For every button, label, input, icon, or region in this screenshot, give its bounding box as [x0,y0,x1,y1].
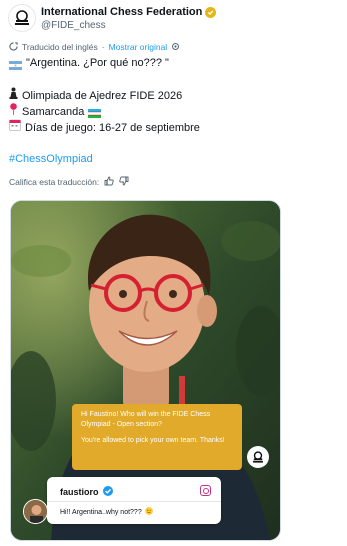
uzbekistan-flag-icon [88,107,102,118]
author-display-name[interactable]: International Chess Federation [41,6,202,18]
argentina-flag-icon [9,59,22,70]
fide-badge-icon [247,446,269,468]
question-note: You're allowed to pick your own team. Th… [81,437,225,444]
winking-face-icon [144,507,153,517]
instagram-icon [200,485,211,496]
answer-divider [47,501,221,502]
rate-translation-row: Califica esta traducción: [9,176,129,188]
verified-check-icon [102,486,113,498]
tweet-line-quote: "Argentina. ¿Por qué no??? " [9,55,339,71]
city-text: Samarcanda [22,105,85,118]
thumbs-up-icon[interactable] [104,176,114,188]
location-pin-icon [9,103,18,120]
tweet-line-dates: Días de juego: 16-27 de septiembre [9,119,339,136]
answer-card: faustioro Hi!! Argentina..why not??? [47,477,221,524]
translated-from-label: Traducido del inglés [22,42,98,52]
tweet-media-image[interactable]: Hi Faustino! Who will win the FIDE Chess… [10,200,281,541]
translation-row: Traducido del inglés · Mostrar original [9,41,180,53]
gear-icon[interactable] [171,42,180,53]
rate-translation-label: Califica esta traducción: [9,177,100,187]
question-text: Hi Faustino! Who will win the FIDE Chess… [81,411,211,428]
verified-badge-icon[interactable] [205,6,217,18]
thumbs-down-icon[interactable] [119,176,129,188]
answer-user: faustioro [60,486,113,498]
chess-pawn-icon [9,87,18,104]
show-original-link[interactable]: Mostrar original [109,42,168,52]
calendar-icon [9,119,21,136]
answer-username: faustioro [60,487,99,497]
fide-logo-icon[interactable] [8,4,36,32]
dates-text: Días de juego: 16-27 de septiembre [25,121,200,134]
separator-dot: · [101,42,105,52]
answer-text: Hi!! Argentina..why not??? [60,508,142,516]
quote-text: "Argentina. ¿Por qué no??? " [26,57,169,69]
tweet-header: International Chess Federation @FIDE_che… [8,4,339,34]
question-card: Hi Faustino! Who will win the FIDE Chess… [72,404,242,470]
answer-text-row: Hi!! Argentina..why not??? [60,507,153,517]
translate-icon [9,41,18,53]
author-handle[interactable]: @FIDE_chess [41,20,106,31]
hashtag-link[interactable]: #ChessOlympiad [9,151,339,167]
answer-avatar [23,499,48,524]
tweet-line-olympiad: Olimpiada de Ajedrez FIDE 2026 [9,87,339,104]
olympiad-text: Olimpiada de Ajedrez FIDE 2026 [22,89,183,102]
tweet-line-city: Samarcanda [9,103,339,120]
